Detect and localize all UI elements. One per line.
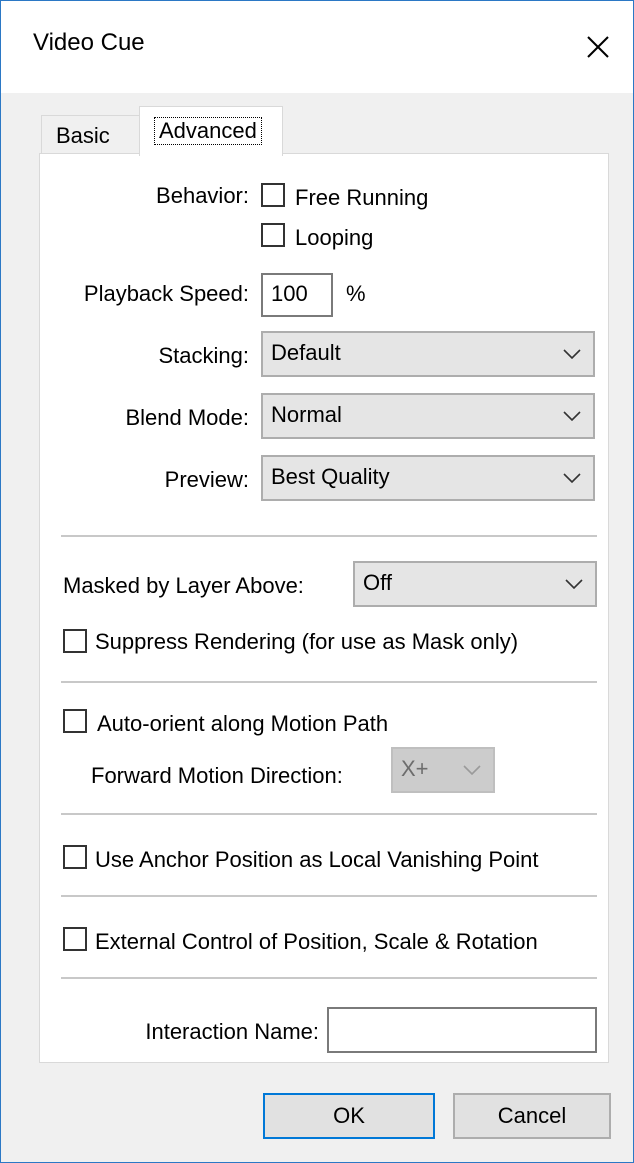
preview-select[interactable]: Best Quality: [261, 455, 595, 501]
external-control-checkbox[interactable]: [63, 927, 87, 951]
chevron-down-icon: [563, 333, 581, 375]
blend-mode-value: Normal: [271, 402, 342, 427]
close-button[interactable]: [563, 1, 633, 93]
chevron-down-icon: [563, 457, 581, 499]
interaction-name-input[interactable]: [327, 1007, 597, 1053]
tab-advanced[interactable]: Advanced: [139, 106, 283, 156]
separator: [61, 977, 597, 979]
external-control-label: External Control of Position, Scale & Ro…: [95, 929, 538, 954]
tab-basic[interactable]: Basic: [41, 115, 141, 155]
preview-value: Best Quality: [271, 464, 390, 489]
anchor-checkbox[interactable]: [63, 845, 87, 869]
preview-label: Preview:: [164, 467, 249, 492]
masked-label: Masked by Layer Above:: [63, 573, 304, 598]
auto-orient-checkbox[interactable]: [63, 709, 87, 733]
anchor-label: Use Anchor Position as Local Vanishing P…: [95, 847, 539, 872]
free-running-label: Free Running: [295, 185, 429, 210]
chevron-down-icon: [563, 395, 581, 437]
playback-speed-input[interactable]: 100: [261, 273, 333, 317]
playback-unit: %: [346, 281, 366, 306]
masked-value: Off: [363, 570, 392, 595]
chevron-down-icon: [565, 563, 583, 605]
looping-checkbox[interactable]: [261, 223, 285, 247]
tab-advanced-label: Advanced: [154, 117, 262, 145]
free-running-checkbox[interactable]: [261, 183, 285, 207]
close-icon: [587, 36, 609, 58]
suppress-rendering-checkbox[interactable]: [63, 629, 87, 653]
stacking-label: Stacking:: [158, 343, 250, 368]
suppress-rendering-label: Suppress Rendering (for use as Mask only…: [95, 629, 519, 654]
blend-mode-label: Blend Mode:: [125, 405, 249, 430]
title-bar: Video Cue: [1, 1, 633, 93]
chevron-down-icon: [463, 749, 481, 791]
forward-direction-value: X+: [401, 756, 429, 781]
dialog-window: Video Cue Basic Advanced Behavior: Free …: [0, 0, 634, 1163]
blend-mode-select[interactable]: Normal: [261, 393, 595, 439]
forward-direction-label: Forward Motion Direction:: [91, 763, 343, 788]
stacking-select[interactable]: Default: [261, 331, 595, 377]
looping-label: Looping: [295, 225, 374, 250]
cancel-button[interactable]: Cancel: [453, 1093, 611, 1139]
ok-button[interactable]: OK: [263, 1093, 435, 1139]
behavior-label: Behavior:: [156, 183, 249, 208]
stacking-value: Default: [271, 340, 341, 365]
separator: [61, 813, 597, 815]
masked-select[interactable]: Off: [353, 561, 597, 607]
separator: [61, 535, 597, 537]
separator: [61, 895, 597, 897]
interaction-name-label: Interaction Name:: [145, 1019, 319, 1044]
window-title: Video Cue: [33, 29, 145, 56]
playback-speed-label: Playback Speed:: [83, 281, 249, 306]
auto-orient-label: Auto-orient along Motion Path: [97, 711, 389, 736]
forward-direction-select[interactable]: X+: [391, 747, 495, 793]
separator: [61, 681, 597, 683]
